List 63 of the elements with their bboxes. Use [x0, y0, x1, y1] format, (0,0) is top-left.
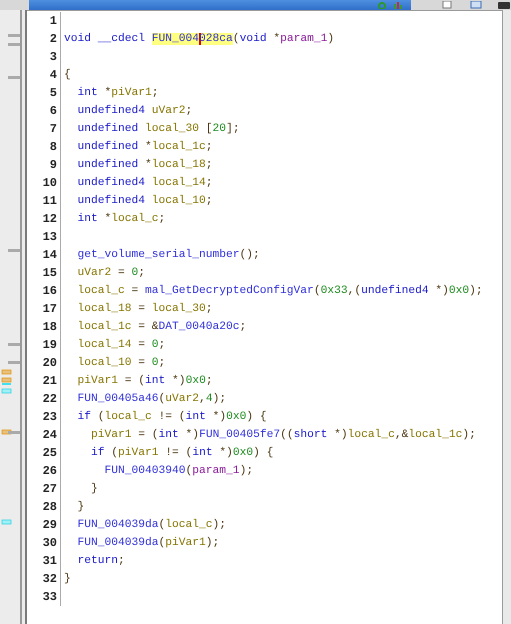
- code-line: undefined4 local_14;: [76, 176, 213, 191]
- code-line: local_14 = 0;: [76, 338, 166, 353]
- code-line: }: [63, 572, 71, 587]
- line-number: 16: [27, 282, 61, 300]
- line-number: 32: [27, 570, 61, 588]
- line-number: 2: [27, 30, 61, 48]
- line-number: 21: [27, 372, 61, 390]
- line-number: 28: [27, 498, 61, 516]
- code-line: if (local_c != (int *)0x0) {: [76, 410, 267, 425]
- line-number: 17: [27, 300, 61, 318]
- line-number: 6: [27, 102, 61, 120]
- code-line: }: [76, 500, 84, 515]
- line-number: 9: [27, 156, 61, 174]
- line-number: 25: [27, 444, 61, 462]
- code-line: int *local_c;: [76, 212, 166, 227]
- code-line: undefined4 local_10;: [76, 194, 213, 209]
- line-number: 26: [27, 462, 61, 480]
- line-number: 29: [27, 516, 61, 534]
- code-line: FUN_00405a46(uVar2,4);: [76, 392, 226, 407]
- line-number: 23: [27, 408, 61, 426]
- code-line: undefined4 uVar2;: [76, 104, 192, 119]
- code-line: }: [90, 482, 98, 497]
- code-line: piVar1 = (int *)FUN_00405fe7((short *)local_c,&local_1c);: [90, 428, 476, 443]
- line-number: 5: [27, 84, 61, 102]
- code-line: FUN_00403940(param_1);: [104, 464, 254, 479]
- line-number: 14: [27, 246, 61, 264]
- code-line: FUN_004039da(piVar1);: [76, 536, 220, 551]
- camera-icon[interactable]: [497, 1, 511, 9]
- line-number: 31: [27, 552, 61, 570]
- code-line: {: [63, 68, 71, 83]
- line-number: 11: [27, 192, 61, 210]
- line-number: 15: [27, 264, 61, 282]
- code-line: FUN_004039da(local_c);: [76, 518, 226, 533]
- code-line: get_volume_serial_number();: [76, 248, 260, 263]
- splitter[interactable]: [20, 10, 27, 624]
- line-number: 19: [27, 336, 61, 354]
- code-line: local_1c = &DAT_0040a20c;: [76, 320, 246, 335]
- code-line: return;: [76, 554, 125, 569]
- line-number: 18: [27, 318, 61, 336]
- code-line: undefined *local_1c;: [76, 140, 213, 155]
- code-line: local_10 = 0;: [76, 356, 166, 371]
- code-line: local_c = mal_GetDecryptedConfigVar(0x33,(undefined4 *)0x0);: [76, 284, 483, 299]
- code-line: if (piVar1 != (int *)0x0) {: [90, 446, 274, 461]
- code-line: int *piVar1;: [76, 86, 159, 101]
- line-number: 4: [27, 66, 61, 84]
- line-number: 22: [27, 390, 61, 408]
- code-line: piVar1 = (int *)0x0;: [76, 374, 213, 389]
- line-number: 8: [27, 138, 61, 156]
- code-line: undefined local_30 [20];: [76, 122, 240, 137]
- line-number: 10: [27, 174, 61, 192]
- line-number: 33: [27, 588, 61, 606]
- code-line: local_18 = local_30;: [76, 302, 213, 317]
- code-line: undefined *local_18;: [76, 158, 213, 173]
- code-line: uVar2 = 0;: [76, 266, 146, 281]
- line-number: 12: [27, 210, 61, 228]
- line-number: 1: [27, 12, 61, 30]
- line-number: 24: [27, 426, 61, 444]
- line-number: 30: [27, 534, 61, 552]
- line-number: 13: [27, 228, 61, 246]
- line-number: 7: [27, 120, 61, 138]
- line-number: 20: [27, 354, 61, 372]
- line-number: 27: [27, 480, 61, 498]
- line-number: 3: [27, 48, 61, 66]
